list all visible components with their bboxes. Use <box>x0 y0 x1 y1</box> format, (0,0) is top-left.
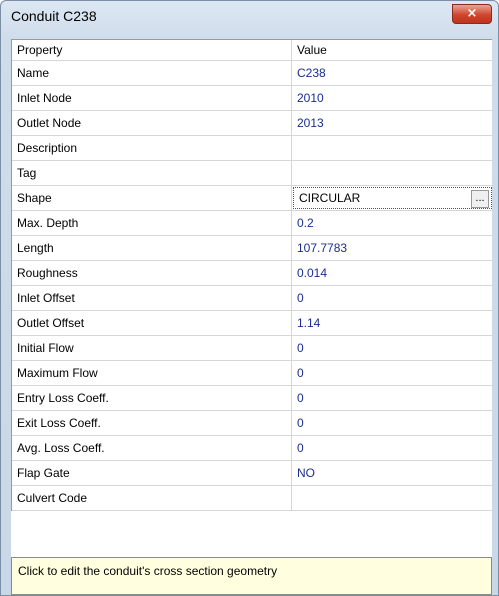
property-value-exit-loss-coeff[interactable]: 0 <box>292 411 492 435</box>
property-label: Max. Depth <box>12 211 292 235</box>
property-value-inlet-node[interactable]: 2010 <box>292 86 492 110</box>
property-value-culvert-code[interactable] <box>292 486 492 510</box>
property-value-max-depth[interactable]: 0.2 <box>292 211 492 235</box>
property-row-length[interactable]: Length 107.7783 <box>12 236 492 261</box>
property-label: Description <box>12 136 292 160</box>
property-value-avg-loss-coeff[interactable]: 0 <box>292 436 492 460</box>
property-value-roughness[interactable]: 0.014 <box>292 261 492 285</box>
property-value-description[interactable] <box>292 136 492 160</box>
edit-shape-button[interactable]: ... <box>471 190 489 208</box>
property-label: Flap Gate <box>12 461 292 485</box>
property-grid: Property Value Name C238 Inlet Node 2010… <box>11 39 492 511</box>
property-label: Entry Loss Coeff. <box>12 386 292 410</box>
property-label: Name <box>12 61 292 85</box>
property-row-shape[interactable]: Shape CIRCULAR ... <box>12 186 492 211</box>
property-label: Shape <box>12 186 292 210</box>
property-label: Inlet Node <box>12 86 292 110</box>
property-row-tag[interactable]: Tag <box>12 161 492 186</box>
property-row-outlet-offset[interactable]: Outlet Offset 1.14 <box>12 311 492 336</box>
property-label: Avg. Loss Coeff. <box>12 436 292 460</box>
property-label: Maximum Flow <box>12 361 292 385</box>
header-property: Property <box>12 40 292 60</box>
property-value-shape: CIRCULAR <box>299 191 361 205</box>
close-icon: × <box>466 6 478 21</box>
property-row-maximum-flow[interactable]: Maximum Flow 0 <box>12 361 492 386</box>
property-row-flap-gate[interactable]: Flap Gate NO <box>12 461 492 486</box>
property-row-outlet-node[interactable]: Outlet Node 2013 <box>12 111 492 136</box>
property-value-name[interactable]: C238 <box>292 61 492 85</box>
property-row-exit-loss-coeff[interactable]: Exit Loss Coeff. 0 <box>12 411 492 436</box>
shape-value-editor[interactable]: CIRCULAR ... <box>293 187 492 209</box>
property-value-maximum-flow[interactable]: 0 <box>292 361 492 385</box>
property-label: Culvert Code <box>12 486 292 510</box>
property-value-length[interactable]: 107.7783 <box>292 236 492 260</box>
close-button[interactable]: × <box>452 4 492 24</box>
property-row-inlet-node[interactable]: Inlet Node 2010 <box>12 86 492 111</box>
property-row-max-depth[interactable]: Max. Depth 0.2 <box>12 211 492 236</box>
property-row-name[interactable]: Name C238 <box>12 61 492 86</box>
property-row-avg-loss-coeff[interactable]: Avg. Loss Coeff. 0 <box>12 436 492 461</box>
title-bar[interactable]: Conduit C238 × <box>1 1 498 33</box>
property-value-initial-flow[interactable]: 0 <box>292 336 492 360</box>
property-value-entry-loss-coeff[interactable]: 0 <box>292 386 492 410</box>
property-label: Outlet Node <box>12 111 292 135</box>
property-label: Outlet Offset <box>12 311 292 335</box>
property-value-inlet-offset[interactable]: 0 <box>292 286 492 310</box>
property-row-description[interactable]: Description <box>12 136 492 161</box>
property-label: Tag <box>12 161 292 185</box>
header-value: Value <box>297 43 327 57</box>
property-row-culvert-code[interactable]: Culvert Code <box>12 486 492 511</box>
property-label: Inlet Offset <box>12 286 292 310</box>
property-label: Roughness <box>12 261 292 285</box>
property-value-outlet-node[interactable]: 2013 <box>292 111 492 135</box>
property-row-entry-loss-coeff[interactable]: Entry Loss Coeff. 0 <box>12 386 492 411</box>
property-hint-panel: Click to edit the conduit's cross sectio… <box>11 557 492 595</box>
property-value-tag[interactable] <box>292 161 492 185</box>
property-editor: Property Value Name C238 Inlet Node 2010… <box>11 39 492 595</box>
property-row-roughness[interactable]: Roughness 0.014 <box>12 261 492 286</box>
property-label: Exit Loss Coeff. <box>12 411 292 435</box>
property-label: Length <box>12 236 292 260</box>
property-label: Initial Flow <box>12 336 292 360</box>
property-row-inlet-offset[interactable]: Inlet Offset 0 <box>12 286 492 311</box>
property-hint-text: Click to edit the conduit's cross sectio… <box>18 564 278 578</box>
property-value-flap-gate[interactable]: NO <box>292 461 492 485</box>
property-value-outlet-offset[interactable]: 1.14 <box>292 311 492 335</box>
property-row-initial-flow[interactable]: Initial Flow 0 <box>12 336 492 361</box>
conduit-properties-window: Conduit C238 × Property Value Name C238 … <box>0 0 499 596</box>
window-title: Conduit C238 <box>11 8 97 24</box>
grid-header: Property Value <box>12 40 492 61</box>
